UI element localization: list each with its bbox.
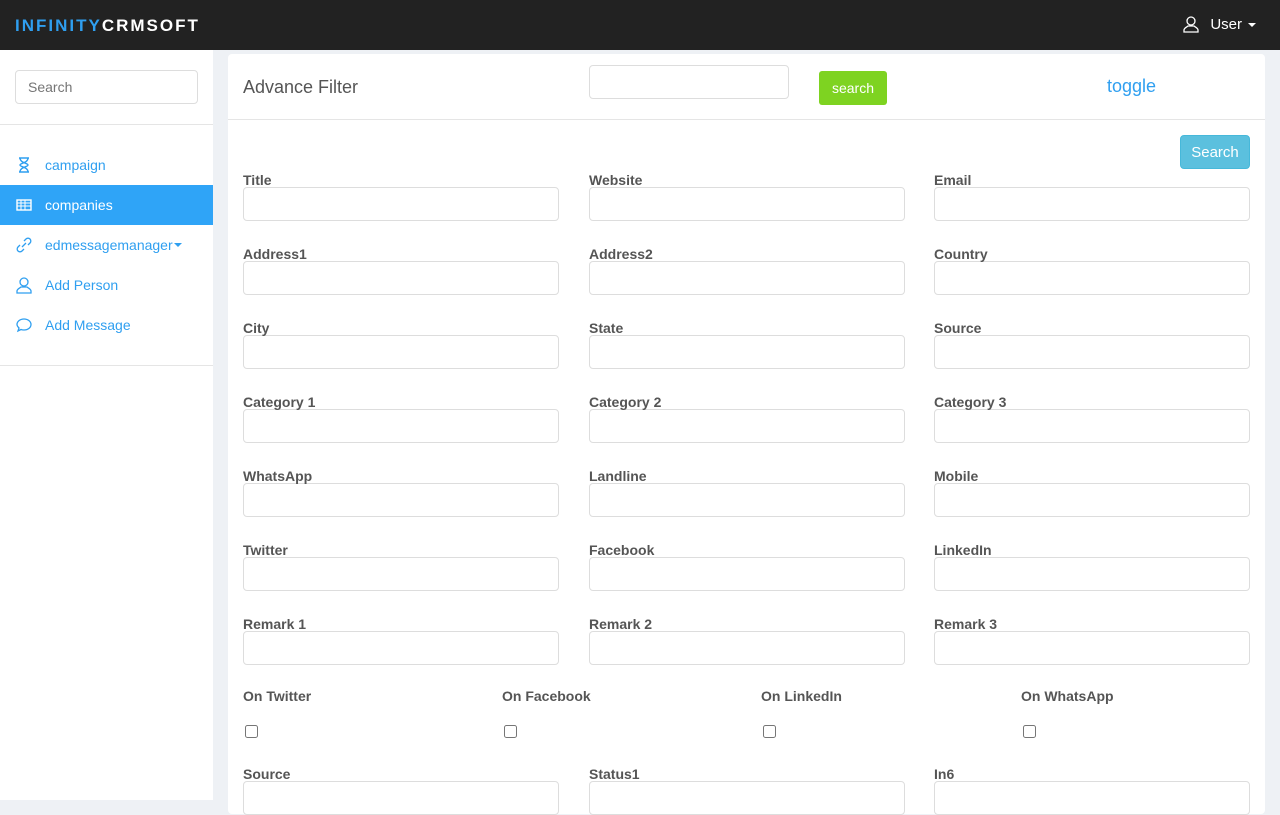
- field-city: City: [243, 320, 559, 369]
- user-icon: [16, 277, 32, 294]
- field-whatsapp: WhatsApp: [243, 468, 559, 517]
- advance-filter-panel: Advance Filter search toggle Search Titl…: [228, 54, 1265, 815]
- sidebar-item-label: edmessagemanager: [45, 237, 173, 253]
- title-input[interactable]: [243, 187, 559, 221]
- checkbox-input[interactable]: [763, 725, 776, 738]
- field-facebook: Facebook: [589, 542, 905, 591]
- sidebar: campaign companies edmessagemanager Add Per…: [0, 50, 213, 800]
- checkbox-on-twitter: On Twitter: [243, 688, 311, 741]
- field-remark-1: Remark 1: [243, 616, 559, 665]
- status1-input[interactable]: [589, 781, 905, 815]
- hourglass-icon: [19, 157, 29, 173]
- link-icon: [16, 237, 32, 253]
- field-email: Email: [934, 172, 1250, 221]
- mobile-input[interactable]: [934, 483, 1250, 517]
- panel-header: Advance Filter search toggle: [228, 54, 1265, 120]
- brand-logo[interactable]: INFINITYCRMSOFT: [15, 16, 200, 36]
- city-input[interactable]: [243, 335, 559, 369]
- checkbox-input[interactable]: [1023, 725, 1036, 738]
- category-2-input[interactable]: [589, 409, 905, 443]
- field-source: Source: [934, 320, 1250, 369]
- source-input[interactable]: [934, 335, 1250, 369]
- field-country: Country: [934, 246, 1250, 295]
- sidebar-item-campaign[interactable]: campaign: [0, 145, 213, 185]
- header-search-input[interactable]: [589, 65, 789, 99]
- caret-down-icon: [1248, 22, 1256, 27]
- user-label: User: [1210, 15, 1242, 33]
- country-input[interactable]: [934, 261, 1250, 295]
- field-website: Website: [589, 172, 905, 221]
- panel-title: Advance Filter: [243, 77, 359, 97]
- category-3-input[interactable]: [934, 409, 1250, 443]
- user-menu[interactable]: User: [1182, 15, 1256, 33]
- field-remark-2: Remark 2: [589, 616, 905, 665]
- sidebar-item-label: Add Person: [45, 277, 119, 293]
- sidebar-item-companies[interactable]: companies: [0, 185, 213, 225]
- checkbox-on-whatsapp: On WhatsApp: [1021, 688, 1114, 741]
- header-search-button[interactable]: search: [819, 71, 887, 105]
- chat-bubble-icon: [16, 318, 32, 333]
- remark-2-input[interactable]: [589, 631, 905, 665]
- field-status1: Status1: [589, 766, 905, 815]
- field-mobile: Mobile: [934, 468, 1250, 517]
- sidebar-search-input[interactable]: [15, 70, 198, 104]
- field-address2: Address2: [589, 246, 905, 295]
- field-address1: Address1: [243, 246, 559, 295]
- sidebar-item-label: Add Message: [45, 317, 131, 333]
- user-icon: [1183, 16, 1199, 33]
- address1-input[interactable]: [243, 261, 559, 295]
- checkbox-on-facebook: On Facebook: [502, 688, 591, 741]
- divider: [0, 365, 213, 366]
- address2-input[interactable]: [589, 261, 905, 295]
- checkbox-label: On Facebook: [502, 688, 591, 704]
- twitter-input[interactable]: [243, 557, 559, 591]
- filter-search-button[interactable]: Search: [1180, 135, 1250, 169]
- field-landline: Landline: [589, 468, 905, 517]
- sidebar-item-label: companies: [45, 197, 113, 213]
- state-input[interactable]: [589, 335, 905, 369]
- landline-input[interactable]: [589, 483, 905, 517]
- caret-down-icon: [173, 243, 182, 247]
- sidebar-item-label: campaign: [45, 157, 106, 173]
- linkedin-input[interactable]: [934, 557, 1250, 591]
- email-input[interactable]: [934, 187, 1250, 221]
- checkbox-input[interactable]: [504, 725, 517, 738]
- field-in6: In6: [934, 766, 1250, 815]
- field-source: Source: [243, 766, 559, 815]
- divider: [0, 124, 213, 125]
- field-linkedin: LinkedIn: [934, 542, 1250, 591]
- whatsapp-input[interactable]: [243, 483, 559, 517]
- checkbox-label: On WhatsApp: [1021, 688, 1114, 704]
- sidebar-item-edmessagemanager[interactable]: edmessagemanager: [0, 225, 213, 265]
- toggle-link[interactable]: toggle: [1107, 76, 1156, 97]
- field-category-1: Category 1: [243, 394, 559, 443]
- category-1-input[interactable]: [243, 409, 559, 443]
- field-remark-3: Remark 3: [934, 616, 1250, 665]
- sidebar-item-add-message[interactable]: Add Message: [0, 305, 213, 345]
- field-category-2: Category 2: [589, 394, 905, 443]
- remark-1-input[interactable]: [243, 631, 559, 665]
- website-input[interactable]: [589, 187, 905, 221]
- top-navbar: INFINITYCRMSOFT User: [0, 0, 1280, 50]
- source-input[interactable]: [243, 781, 559, 815]
- table-icon: [16, 199, 32, 211]
- remark-3-input[interactable]: [934, 631, 1250, 665]
- field-twitter: Twitter: [243, 542, 559, 591]
- facebook-input[interactable]: [589, 557, 905, 591]
- field-category-3: Category 3: [934, 394, 1250, 443]
- field-state: State: [589, 320, 905, 369]
- checkbox-label: On Twitter: [243, 688, 312, 704]
- checkbox-input[interactable]: [245, 725, 258, 738]
- sidebar-item-add-person[interactable]: Add Person: [0, 265, 213, 305]
- checkbox-label: On LinkedIn: [761, 688, 842, 704]
- field-title: Title: [243, 172, 559, 221]
- checkbox-on-linkedin: On LinkedIn: [761, 688, 842, 741]
- in6-input[interactable]: [934, 781, 1250, 815]
